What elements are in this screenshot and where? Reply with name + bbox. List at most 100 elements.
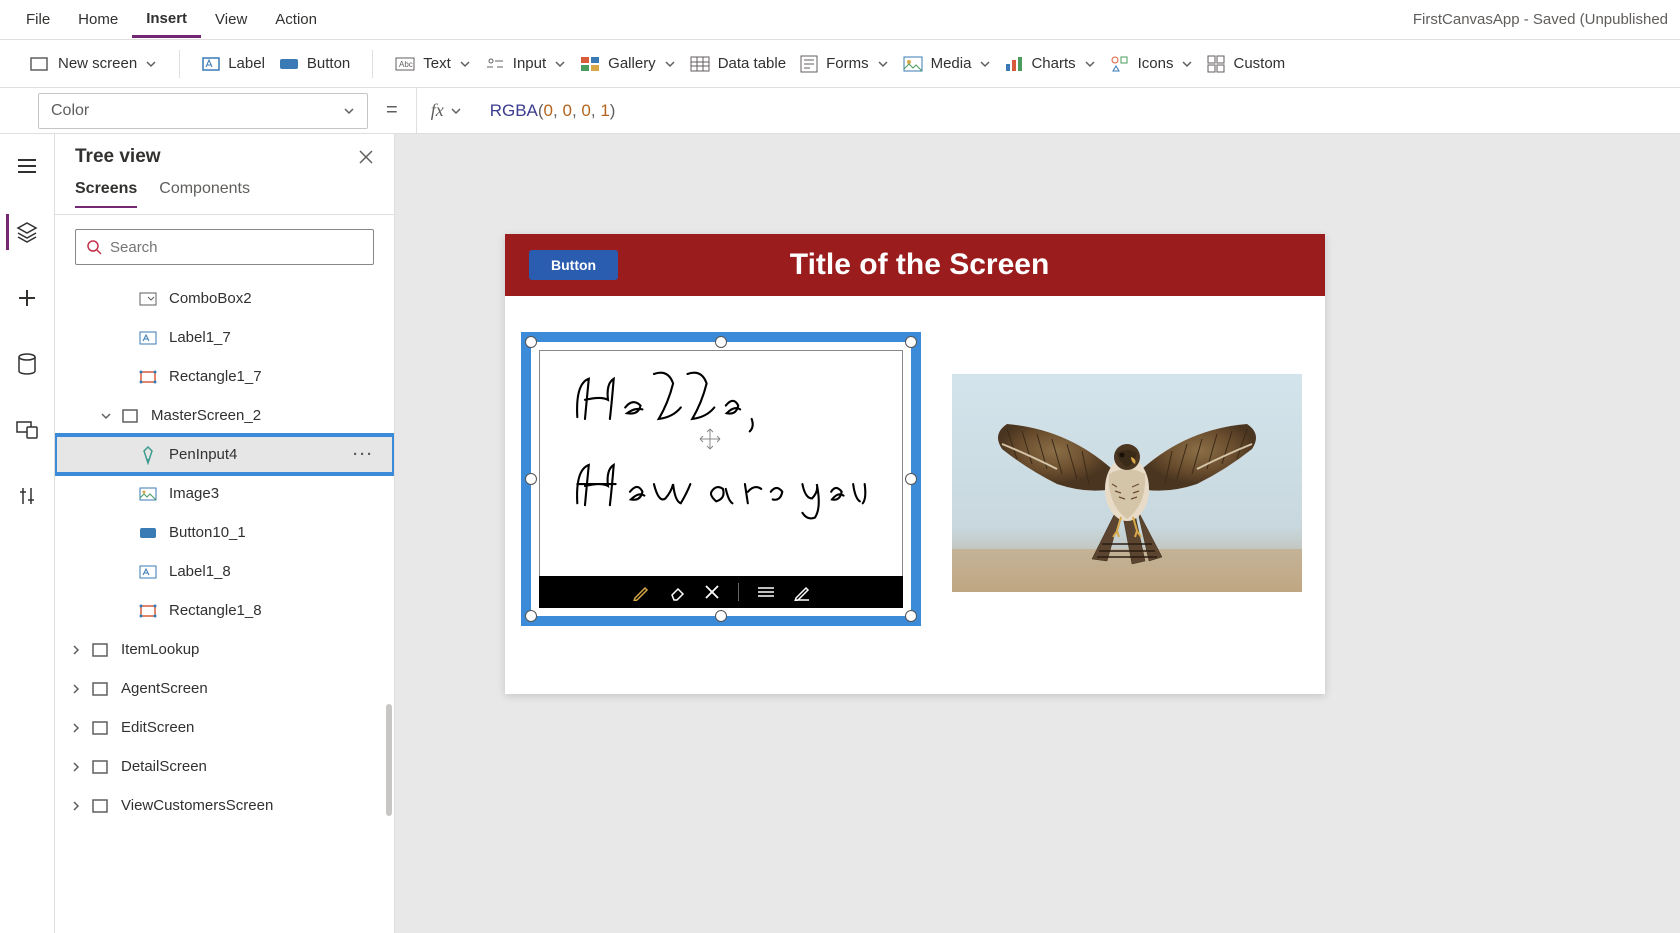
- tree-node-editscreen[interactable]: EditScreen: [55, 708, 394, 747]
- tree-node-label: ComboBox2: [169, 290, 252, 307]
- tree-node-rectangle1-7[interactable]: Rectangle1_7: [55, 357, 394, 396]
- gallery-button[interactable]: Gallery: [576, 49, 680, 78]
- label-icon: [202, 55, 220, 73]
- property-selector[interactable]: Color: [38, 93, 368, 129]
- expand-chevron[interactable]: [63, 644, 89, 656]
- tree-node-detailscreen[interactable]: DetailScreen: [55, 747, 394, 786]
- more-options-button[interactable]: ···: [353, 446, 384, 463]
- draw-icon[interactable]: [632, 583, 650, 601]
- dropdown-icon: [137, 288, 159, 310]
- tree-node-label: PenInput4: [169, 446, 237, 463]
- insert-button[interactable]: [7, 280, 47, 316]
- separator: [372, 50, 373, 78]
- screen-button[interactable]: Button: [529, 250, 618, 280]
- new-screen-button[interactable]: New screen: [26, 49, 161, 78]
- tree-node-label1-8[interactable]: Label1_8: [55, 552, 394, 591]
- data-button[interactable]: [7, 346, 47, 382]
- hamburger-button[interactable]: [7, 148, 47, 184]
- pen-input-control[interactable]: [521, 332, 921, 626]
- separator: [179, 50, 180, 78]
- expand-chevron[interactable]: [63, 722, 89, 734]
- resize-handle-w[interactable]: [525, 473, 537, 485]
- close-button[interactable]: [358, 149, 374, 165]
- expand-chevron[interactable]: [93, 410, 119, 422]
- screen-icon: [89, 678, 111, 700]
- erase-icon[interactable]: [668, 583, 686, 601]
- tree-node-agentscreen[interactable]: AgentScreen: [55, 669, 394, 708]
- resize-handle-ne[interactable]: [905, 336, 917, 348]
- forms-button[interactable]: Forms: [796, 49, 893, 79]
- custom-icon: [1207, 55, 1225, 73]
- tree-node-itemlookup[interactable]: ItemLookup: [55, 630, 394, 669]
- tree-view-button[interactable]: [6, 214, 46, 250]
- screen-title: Title of the Screen: [790, 248, 1050, 282]
- image-control[interactable]: [937, 374, 1317, 592]
- input-button[interactable]: Input: [481, 49, 570, 78]
- scrollbar[interactable]: [386, 704, 392, 816]
- tree-node-masterscreen-2[interactable]: MasterScreen_2: [55, 396, 394, 435]
- tree-node-label: ItemLookup: [121, 641, 199, 658]
- resize-handle-nw[interactable]: [525, 336, 537, 348]
- expand-chevron[interactable]: [63, 800, 89, 812]
- menu-file[interactable]: File: [12, 3, 64, 36]
- media-button[interactable]: Media: [899, 49, 996, 78]
- text-icon: Abc: [395, 57, 415, 71]
- clear-icon[interactable]: [704, 584, 720, 600]
- media-btn-label: Media: [931, 55, 972, 72]
- formula-input[interactable]: RGBA(0, 0, 0, 1): [476, 101, 616, 121]
- label-button[interactable]: Label: [198, 49, 269, 79]
- button-icon: [137, 522, 159, 544]
- custom-btn-label: Custom: [1233, 55, 1285, 72]
- tree-node-peninput4[interactable]: PenInput4 ···: [55, 435, 394, 474]
- ribbon-toolbar: New screen Label Button Abc Text Input G…: [0, 40, 1680, 88]
- label-icon: [137, 327, 159, 349]
- button-button[interactable]: Button: [275, 49, 354, 78]
- menu-action[interactable]: Action: [261, 3, 331, 36]
- resize-handle-n[interactable]: [715, 336, 727, 348]
- resize-handle-se[interactable]: [905, 610, 917, 622]
- resize-handle-sw[interactable]: [525, 610, 537, 622]
- icons-button[interactable]: Icons: [1106, 49, 1198, 79]
- color-icon[interactable]: [793, 583, 811, 601]
- expand-chevron[interactable]: [63, 761, 89, 773]
- screen-icon: [89, 795, 111, 817]
- canvas-area[interactable]: Button Title of the Screen: [395, 134, 1680, 933]
- tree-node-viewcustomersscreen[interactable]: ViewCustomersScreen: [55, 786, 394, 825]
- search-icon: [86, 239, 102, 255]
- database-icon: [17, 353, 37, 375]
- tree-node-image3[interactable]: Image3: [55, 474, 394, 513]
- svg-text:Abc: Abc: [399, 60, 413, 69]
- tab-components[interactable]: Components: [159, 180, 250, 208]
- menu-view[interactable]: View: [201, 3, 261, 36]
- chevron-down-icon: [343, 105, 355, 117]
- tab-screens[interactable]: Screens: [75, 180, 137, 208]
- tree-node-combobox2[interactable]: ComboBox2: [55, 279, 394, 318]
- resize-handle-e[interactable]: [905, 473, 917, 485]
- charts-button[interactable]: Charts: [1001, 49, 1099, 78]
- input-icon: [485, 56, 505, 72]
- menu-insert[interactable]: Insert: [132, 2, 201, 38]
- data-table-button[interactable]: Data table: [686, 49, 790, 78]
- fx-icon: fx: [431, 100, 444, 121]
- resize-handle-s[interactable]: [715, 610, 727, 622]
- text-button[interactable]: Abc Text: [391, 49, 475, 78]
- media-rail-button[interactable]: [7, 412, 47, 448]
- button-icon: [279, 56, 299, 72]
- advanced-button[interactable]: [7, 478, 47, 514]
- menu-home[interactable]: Home: [64, 3, 132, 36]
- tree-node-label: Button10_1: [169, 524, 246, 541]
- bird-image: [952, 374, 1302, 592]
- tree-node-button10-1[interactable]: Button10_1: [55, 513, 394, 552]
- screen-header: Button Title of the Screen: [505, 234, 1325, 296]
- search-input[interactable]: [110, 239, 363, 256]
- expand-chevron[interactable]: [63, 683, 89, 695]
- tree-node-label1-7[interactable]: Label1_7: [55, 318, 394, 357]
- tree-node-rectangle1-8[interactable]: Rectangle1_8: [55, 591, 394, 630]
- fx-prefix[interactable]: fx: [416, 88, 476, 133]
- custom-button[interactable]: Custom: [1203, 49, 1289, 79]
- table-icon: [690, 56, 710, 72]
- move-cursor-icon: [699, 428, 721, 450]
- search-box[interactable]: [75, 229, 374, 265]
- data-table-btn-label: Data table: [718, 55, 786, 72]
- line-width-icon[interactable]: [757, 585, 775, 599]
